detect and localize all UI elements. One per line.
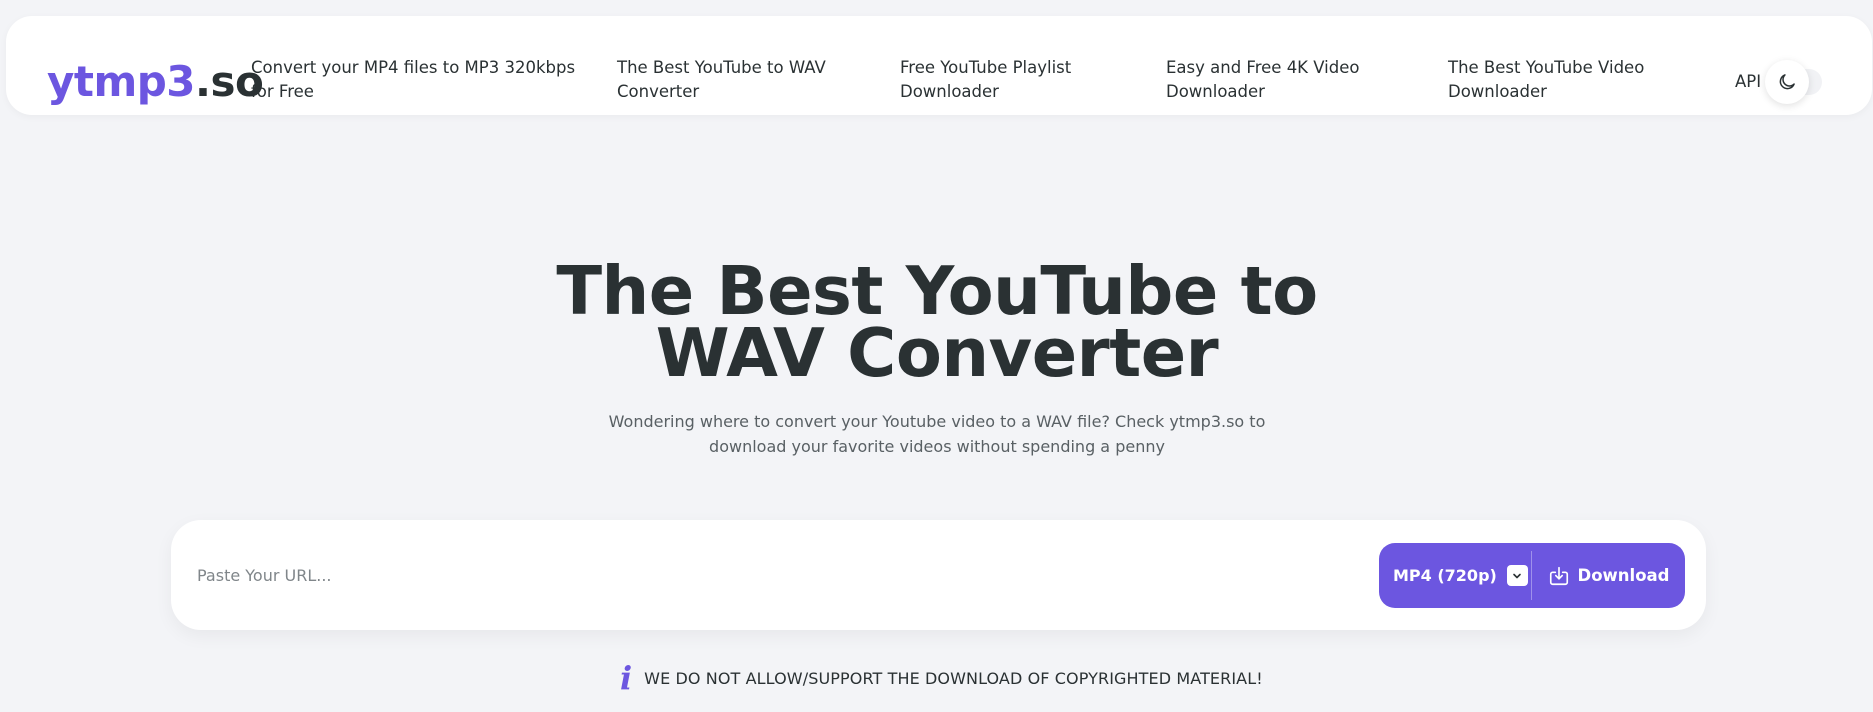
- url-search-box: MP4 (720p) Download: [171, 520, 1706, 630]
- nav-link-4k-video-downloader[interactable]: Easy and Free 4K Video Downloader: [1166, 56, 1386, 104]
- chevron-down-icon: [1506, 565, 1528, 586]
- download-icon: [1549, 566, 1568, 585]
- page-subtitle: Wondering where to convert your Youtube …: [608, 412, 1266, 456]
- download-button-label: Download: [1577, 566, 1670, 585]
- theme-toggle[interactable]: [1765, 60, 1809, 104]
- page-title: The Best YouTube to WAV Converter: [556, 252, 1318, 392]
- nav-link-api[interactable]: API: [1735, 70, 1761, 94]
- format-select-label: MP4 (720p): [1393, 566, 1497, 585]
- top-navbar: ytmp3.so Convert your MP4 files to MP3 3…: [6, 16, 1872, 115]
- nav-link-youtube-to-wav[interactable]: The Best YouTube to WAV Converter: [617, 56, 847, 104]
- copyright-notice-text: WE DO NOT ALLOW/SUPPORT THE DOWNLOAD OF …: [644, 668, 1263, 688]
- info-icon: i: [620, 659, 633, 697]
- url-input[interactable]: [197, 555, 1337, 595]
- download-action-group: MP4 (720p) Download: [1379, 543, 1685, 608]
- moon-icon: [1779, 74, 1795, 90]
- nav-link-video-downloader[interactable]: The Best YouTube Video Downloader: [1448, 56, 1698, 104]
- logo-text-primary: ytmp3: [47, 57, 196, 106]
- copyright-notice: i WE DO NOT ALLOW/SUPPORT THE DOWNLOAD O…: [620, 662, 1263, 694]
- format-select[interactable]: MP4 (720p): [1379, 543, 1531, 608]
- nav-link-playlist-downloader[interactable]: Free YouTube Playlist Downloader: [900, 56, 1120, 104]
- nav-link-mp4-to-mp3[interactable]: Convert your MP4 files to MP3 320kbps fo…: [251, 56, 601, 104]
- download-button[interactable]: Download: [1532, 543, 1685, 608]
- site-logo[interactable]: ytmp3.so: [47, 57, 264, 107]
